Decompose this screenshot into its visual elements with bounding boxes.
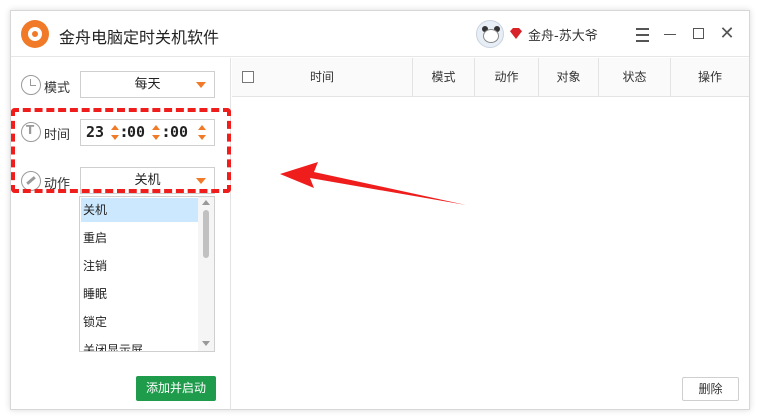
column-header-target: 对象 [538,58,598,97]
caret-down-icon [196,82,206,88]
dropdown-option[interactable]: 注销 [81,254,198,278]
alarm-clock-icon [21,75,41,95]
column-header-status: 状态 [598,58,670,97]
scrollbar-thumb[interactable] [203,210,209,258]
scroll-up-icon[interactable] [202,200,210,205]
close-icon[interactable]: ✕ [714,21,740,47]
scroll-down-icon[interactable] [202,341,210,346]
title-bar: 金舟电脑定时关机软件 金舟-苏大爷 ✕ [11,11,749,57]
vip-diamond-icon [510,28,522,39]
dropdown-option[interactable]: 锁定 [81,310,198,334]
delete-button[interactable]: 删除 [682,377,739,401]
minimize-icon[interactable] [657,21,683,47]
action-dropdown-list[interactable]: 关机 重启 注销 睡眠 锁定 关闭显示屏 [79,196,215,352]
column-header-operation: 操作 [670,58,749,97]
app-logo-icon [21,20,49,48]
annotation-arrow-shape [280,162,466,205]
menu-icon[interactable] [629,21,655,47]
app-title: 金舟电脑定时关机软件 [59,28,220,47]
dropdown-option[interactable]: 睡眠 [81,282,198,306]
add-and-start-button[interactable]: 添加并启动 [136,376,216,401]
mode-select[interactable]: 每天 [80,71,215,98]
dropdown-option[interactable]: 重启 [81,226,198,250]
task-table-header: 时间 模式 动作 对象 状态 操作 [232,58,749,97]
dropdown-scrollbar[interactable] [198,197,214,351]
column-header-mode: 模式 [412,58,474,97]
annotation-highlight-box [11,108,231,193]
maximize-icon[interactable] [685,21,711,47]
mode-value: 每天 [134,77,161,92]
dropdown-option[interactable]: 关机 [81,198,198,222]
username[interactable]: 金舟-苏大爷 [528,25,598,44]
dropdown-option[interactable]: 关闭显示屏 [81,338,198,351]
annotation-arrow [280,162,466,205]
avatar-icon[interactable] [476,20,504,48]
column-header-time: 时间 [309,70,334,84]
mode-label: 模式 [44,81,71,96]
column-header-action: 动作 [474,58,538,97]
